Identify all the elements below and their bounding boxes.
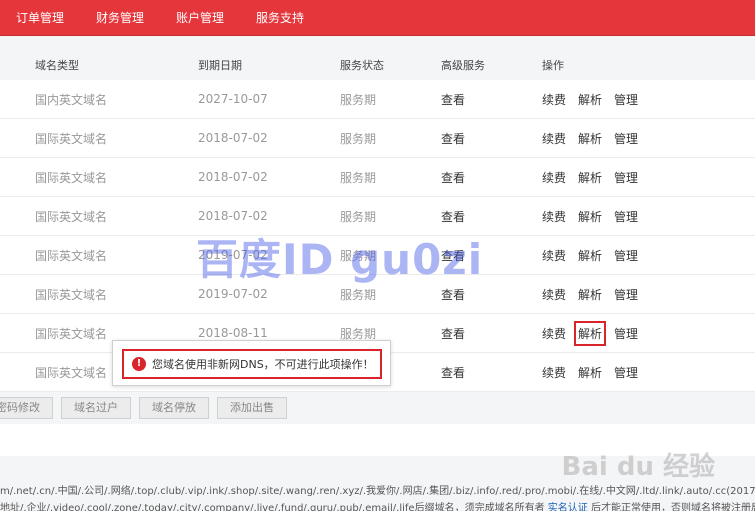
table-row: 国际英文域名 2018-07-02 服务期 查看 续费 解析 管理 [0, 197, 755, 236]
domain-parking-button[interactable]: 域名停放 [139, 397, 209, 419]
resolve-link[interactable]: 解析 [578, 130, 602, 147]
expiry-date: 2018-07-02 [198, 170, 268, 184]
nav-orders[interactable]: 订单管理 [16, 9, 64, 26]
domain-type: 国际英文域名 [35, 326, 108, 341]
resolve-link[interactable]: 解析 [578, 286, 602, 303]
domain-type: 国际英文域名 [35, 209, 108, 224]
row-ops: 续费 解析 管理 [542, 169, 650, 186]
row-ops: 续费 解析 管理 [542, 320, 650, 346]
header-domain-type: 域名类型 [35, 59, 79, 72]
manage-link[interactable]: 管理 [614, 208, 638, 225]
domain-type: 国际英文域名 [35, 131, 108, 146]
table-row: 国际英文域名 2018-07-02 服务期 查看 续费 解析 管理 [0, 119, 755, 158]
renew-link[interactable]: 续费 [542, 364, 566, 381]
row-ops: 续费 解析 管理 [542, 247, 650, 264]
header-expiry-date: 到期日期 [198, 59, 242, 72]
table-row: 国际英文域名 2018-07-02 服务期 查看 续费 解析 管理 [0, 158, 755, 197]
view-link[interactable]: 查看 [441, 247, 465, 264]
view-link[interactable]: 查看 [441, 208, 465, 225]
manage-link[interactable]: 管理 [614, 91, 638, 108]
row-ops: 续费 解析 管理 [542, 364, 650, 381]
header-advanced-service: 高级服务 [441, 59, 485, 72]
action-toolbar: 密码修改 域名过户 域名停放 添加出售 [0, 392, 755, 424]
nav-support[interactable]: 服务支持 [256, 9, 304, 26]
service-status: 服务期 [340, 209, 377, 224]
row-ops: 续费 解析 管理 [542, 286, 650, 303]
view-link[interactable]: 查看 [441, 286, 465, 303]
spacer [0, 36, 755, 50]
tooltip-message: 您域名使用非新网DNS，不可进行此项操作！ [152, 358, 374, 371]
table-header: 域名类型 到期日期 服务状态 高级服务 操作 [0, 50, 755, 80]
footer-line-2: 地址/.企业/.video/.cool/.zone/.today/.city/.… [0, 499, 755, 511]
manage-link[interactable]: 管理 [614, 286, 638, 303]
domain-type: 国内英文域名 [35, 92, 108, 107]
row-ops: 续费 解析 管理 [542, 130, 650, 147]
row-ops: 续费 解析 管理 [542, 208, 650, 225]
resolve-link[interactable]: 解析 [578, 169, 602, 186]
view-link[interactable]: 查看 [441, 325, 465, 342]
domain-type: 国际英文域名 [35, 365, 108, 380]
resolve-link[interactable]: 解析 [578, 247, 602, 264]
service-status: 服务期 [340, 248, 377, 263]
domain-transfer-button[interactable]: 域名过户 [61, 397, 131, 419]
domain-type: 国际英文域名 [35, 287, 108, 302]
manage-link[interactable]: 管理 [614, 364, 638, 381]
header-service-status: 服务状态 [340, 59, 384, 72]
renew-link[interactable]: 续费 [542, 325, 566, 342]
top-nav: 订单管理 财务管理 账户管理 服务支持 [0, 0, 755, 36]
error-tooltip: ! 您域名使用非新网DNS，不可进行此项操作！ [112, 340, 391, 386]
expiry-date: 2018-07-02 [198, 209, 268, 223]
service-status: 服务期 [340, 287, 377, 302]
service-status: 服务期 [340, 131, 377, 146]
resolve-link[interactable]: 解析 [574, 320, 607, 346]
service-status: 服务期 [340, 170, 377, 185]
view-link[interactable]: 查看 [441, 91, 465, 108]
domain-type: 国际英文域名 [35, 170, 108, 185]
view-link[interactable]: 查看 [441, 169, 465, 186]
manage-link[interactable]: 管理 [614, 325, 638, 342]
resolve-link[interactable]: 解析 [578, 364, 602, 381]
row-ops: 续费 解析 管理 [542, 91, 650, 108]
resolve-link[interactable]: 解析 [578, 208, 602, 225]
domain-type: 国际英文域名 [35, 248, 108, 263]
expiry-date: 2019-07-02 [198, 287, 268, 301]
renew-link[interactable]: 续费 [542, 208, 566, 225]
table-row: 国际英文域名 2019-07-02 服务期 查看 续费 解析 管理 [0, 275, 755, 314]
renew-link[interactable]: 续费 [542, 169, 566, 186]
footer-notice: m/.net/.cn/.中国/.公司/.网络/.top/.club/.vip/.… [0, 456, 755, 511]
view-link[interactable]: 查看 [441, 130, 465, 147]
expiry-date: 2018-08-11 [198, 326, 268, 340]
add-for-sale-button[interactable]: 添加出售 [217, 397, 287, 419]
table-row: 国际英文域名 2019-07-02 服务期 查看 续费 解析 管理 [0, 236, 755, 275]
expiry-date: 2018-07-02 [198, 131, 268, 145]
real-name-auth-link[interactable]: 实名认证 [548, 503, 588, 511]
manage-link[interactable]: 管理 [614, 169, 638, 186]
renew-link[interactable]: 续费 [542, 247, 566, 264]
footer-text: 地址/.企业/.video/.cool/.zone/.today/.city/.… [0, 503, 548, 511]
footer-line-1: m/.net/.cn/.中国/.公司/.网络/.top/.club/.vip/.… [0, 486, 755, 497]
service-status: 服务期 [340, 92, 377, 107]
expiry-date: 2027-10-07 [198, 92, 268, 106]
renew-link[interactable]: 续费 [542, 130, 566, 147]
renew-link[interactable]: 续费 [542, 286, 566, 303]
nav-account[interactable]: 账户管理 [176, 9, 224, 26]
resolve-link[interactable]: 解析 [578, 91, 602, 108]
change-password-button[interactable]: 密码修改 [0, 397, 53, 419]
tooltip-highlight-box: ! 您域名使用非新网DNS，不可进行此项操作！ [122, 349, 382, 379]
expiry-date: 2019-07-02 [198, 248, 268, 262]
renew-link[interactable]: 续费 [542, 91, 566, 108]
manage-link[interactable]: 管理 [614, 130, 638, 147]
table-row: 国内英文域名 2027-10-07 服务期 查看 续费 解析 管理 [0, 80, 755, 119]
view-link[interactable]: 查看 [441, 364, 465, 381]
nav-finance[interactable]: 财务管理 [96, 9, 144, 26]
manage-link[interactable]: 管理 [614, 247, 638, 264]
error-icon: ! [132, 357, 146, 371]
header-operations: 操作 [542, 59, 564, 72]
footer-text: 后才能正常使用，否则域名将被注册局禁止解析 [590, 503, 755, 511]
service-status: 服务期 [340, 326, 377, 341]
